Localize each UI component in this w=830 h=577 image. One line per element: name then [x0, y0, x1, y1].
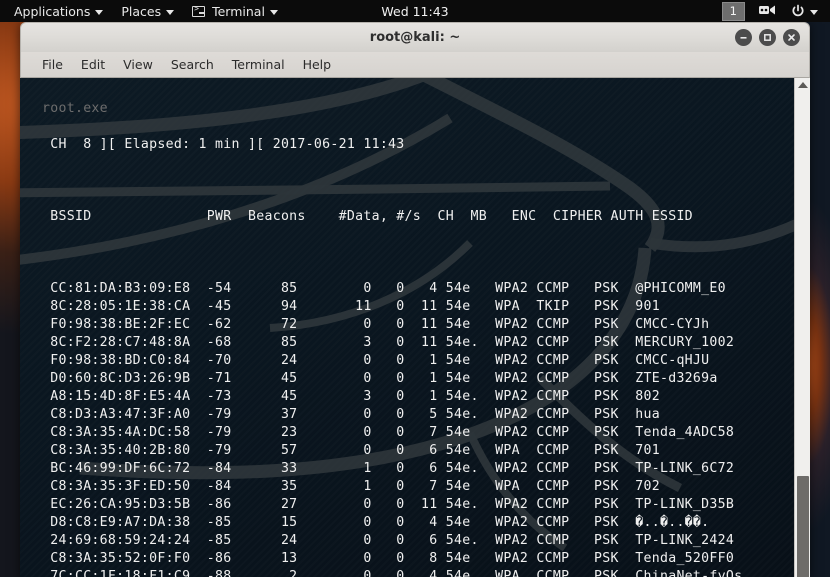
- terminal-body: root.exe CH 8 ][ Elapsed: 1 min ][ 2017-…: [20, 78, 810, 577]
- chevron-down-icon: [95, 9, 104, 15]
- table-row: F0:98:38:BD:C0:84 -70 24 0 0 1 54e WPA2 …: [42, 353, 710, 368]
- workspace-switcher[interactable]: 1: [721, 1, 745, 21]
- menu-help[interactable]: Help: [294, 57, 341, 72]
- terminal-scrollbar[interactable]: [794, 78, 810, 577]
- table-row: C8:3A:35:4A:DC:58 -79 23 0 0 7 54e WPA2 …: [42, 425, 735, 440]
- menu-edit[interactable]: Edit: [72, 57, 114, 72]
- chevron-down-icon: [166, 9, 175, 15]
- window-controls: [735, 29, 809, 46]
- menubar: File Edit View Search Terminal Help: [20, 52, 810, 78]
- terminal-ghost-text: root.exe: [42, 101, 108, 116]
- terminal-menu-label: Terminal: [212, 3, 265, 19]
- table-row: F0:98:38:BE:2F:EC -62 72 0 0 11 54e WPA2…: [42, 317, 710, 332]
- video-camera-icon[interactable]: [759, 4, 777, 19]
- table-row: 8C:F2:28:C7:48:8A -68 85 3 0 11 54e. WPA…: [42, 335, 735, 350]
- scroll-up-icon[interactable]: [797, 82, 808, 88]
- table-row: D8:C8:E9:A7:DA:38 -85 15 0 0 4 54e WPA2 …: [42, 515, 710, 530]
- menu-view[interactable]: View: [114, 57, 162, 72]
- places-menu[interactable]: Places: [112, 0, 183, 22]
- ap-table: CC:81:DA:B3:09:E8 -54 85 0 0 4 54e WPA2 …: [42, 280, 751, 577]
- menu-search[interactable]: Search: [162, 57, 223, 72]
- minimize-button[interactable]: [735, 29, 752, 46]
- terminal-text-output: root.exe CH 8 ][ Elapsed: 1 min ][ 2017-…: [20, 78, 751, 577]
- menu-terminal[interactable]: Terminal: [223, 57, 294, 72]
- table-header-row: BSSID PWR Beacons #Data, #/s CH MB ENC C…: [42, 209, 693, 224]
- table-row: 24:69:68:59:24:24 -85 24 0 0 6 54e. WPA2…: [42, 533, 735, 548]
- panel-status-area: 1: [721, 0, 830, 22]
- table-row: C8:D3:A3:47:3F:A0 -79 37 0 0 5 54e. WPA2…: [42, 407, 660, 422]
- window-title: root@kali: ~: [369, 30, 461, 45]
- top-panel: Applications Places Terminal Wed 11:43 1: [0, 0, 830, 22]
- airodump-status-line: CH 8 ][ Elapsed: 1 min ][ 2017-06-21 11:…: [42, 137, 405, 152]
- scrollbar-thumb[interactable]: [797, 476, 809, 577]
- table-row: C8:3A:35:52:0F:F0 -86 13 0 0 8 54e WPA2 …: [42, 551, 735, 566]
- places-menu-label: Places: [121, 3, 162, 19]
- terminal-content[interactable]: root.exe CH 8 ][ Elapsed: 1 min ][ 2017-…: [20, 78, 794, 577]
- table-row: CC:81:DA:B3:09:E8 -54 85 0 0 4 54e WPA2 …: [42, 281, 726, 296]
- table-row: C8:3A:35:40:2B:80 -79 57 0 0 6 54e WPA C…: [42, 443, 660, 458]
- maximize-button[interactable]: [759, 29, 776, 46]
- table-row: C8:3A:35:3F:ED:50 -84 35 1 0 7 54e WPA C…: [42, 479, 660, 494]
- chevron-down-icon: [269, 9, 278, 15]
- desktop: Applications Places Terminal Wed 11:43 1: [0, 0, 830, 577]
- terminal-icon: [192, 4, 206, 17]
- terminal-window: root@kali: ~ File Edit View Search Termi…: [20, 22, 810, 577]
- table-row: 7C:CC:1F:18:F1:C9 -88 2 0 0 4 54e WPA CC…: [42, 569, 743, 577]
- table-row: 8C:28:05:1E:38:CA -45 94 11 0 11 54e WPA…: [42, 299, 660, 314]
- chevron-down-icon: [810, 9, 818, 15]
- table-row: EC:26:CA:95:D3:5B -86 27 0 0 11 54e. WPA…: [42, 497, 735, 512]
- close-button[interactable]: [783, 29, 800, 46]
- menu-file[interactable]: File: [33, 57, 72, 72]
- panel-clock: Wed 11:43: [381, 3, 449, 19]
- applications-menu-label: Applications: [14, 3, 91, 19]
- power-menu[interactable]: [791, 4, 818, 18]
- applications-menu[interactable]: Applications: [0, 0, 112, 22]
- power-icon: [792, 4, 804, 17]
- window-titlebar[interactable]: root@kali: ~: [20, 22, 810, 52]
- table-row: BC:46:99:DF:6C:72 -84 33 1 0 6 54e. WPA2…: [42, 461, 735, 476]
- table-row: A8:15:4D:8F:E5:4A -73 45 3 0 1 54e. WPA2…: [42, 389, 660, 404]
- terminal-menu[interactable]: Terminal: [183, 0, 287, 22]
- table-row: D0:60:8C:D3:26:9B -71 45 0 0 1 54e WPA2 …: [42, 371, 718, 386]
